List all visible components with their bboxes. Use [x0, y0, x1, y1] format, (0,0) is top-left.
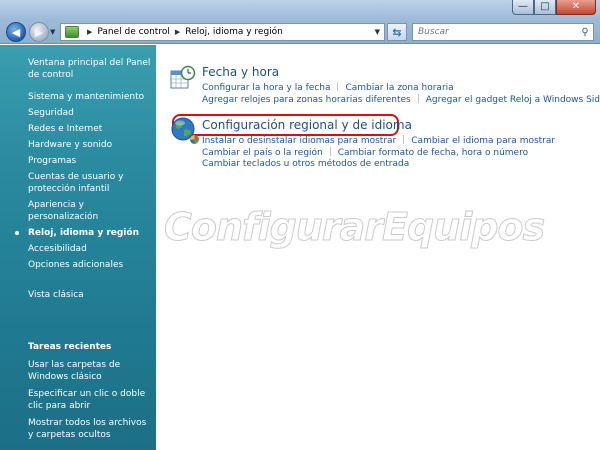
arrow-left-icon: ◀ — [11, 25, 21, 39]
watermark-logo: ConfigurarEquipos — [163, 205, 545, 250]
window-titlebar: — □ ✕ ◀ ▶ ▼ ▶ Panel de control ▶ Reloj, … — [0, 0, 600, 44]
back-button[interactable]: ◀ — [6, 22, 26, 42]
regional-links-row-3: Cambiar teclados u otros métodos de entr… — [202, 159, 409, 169]
link-set-time-date[interactable]: Configurar la hora y la fecha — [202, 83, 330, 93]
sidebar-item-hardware[interactable]: Hardware y sonido — [28, 139, 152, 151]
link-change-keyboards[interactable]: Cambiar teclados u otros métodos de entr… — [202, 159, 409, 169]
search-input[interactable] — [418, 25, 577, 39]
sidebar-item-clock-language-region[interactable]: Reloj, idioma y región — [15, 227, 152, 239]
link-change-country[interactable]: Cambiar el país o la región — [202, 148, 323, 158]
control-panel-icon — [65, 26, 79, 38]
sidebar-item-system[interactable]: Sistema y mantenimiento — [28, 91, 152, 103]
refresh-button[interactable]: ⇆ — [387, 23, 407, 41]
close-button[interactable]: ✕ — [556, 0, 596, 15]
link-divider — [337, 82, 339, 91]
sidebar-item-security[interactable]: Seguridad — [28, 107, 152, 119]
sidebar: Ventana principal del Panel de control S… — [0, 45, 156, 450]
recent-task-click-to-open[interactable]: Especificar un clic o doble clic para ab… — [28, 388, 152, 412]
link-change-formats[interactable]: Cambiar formato de fecha, hora o número — [338, 148, 528, 158]
maximize-button[interactable]: □ — [534, 0, 556, 15]
sidebar-item-appearance[interactable]: Apariencia y personalización — [28, 199, 152, 223]
sidebar-item-classic-view[interactable]: Vista clásica — [28, 289, 152, 301]
date-time-links-row-2: Agregar relojes para zonas horarias dife… — [202, 94, 600, 105]
link-change-display-language[interactable]: Cambiar el idioma para mostrar — [411, 136, 555, 146]
category-title-regional-language[interactable]: Configuración regional y de idioma — [202, 118, 412, 132]
link-divider — [417, 94, 419, 103]
link-install-languages[interactable]: Instalar o desinstalar idiomas para most… — [202, 136, 396, 146]
regional-links-row-1: Instalar o desinstalar idiomas para most… — [190, 135, 555, 146]
minimize-button[interactable]: — — [512, 0, 534, 15]
chevron-down-icon: ▼ — [50, 28, 56, 36]
sidebar-item-programs[interactable]: Programas — [28, 155, 152, 167]
sidebar-item-additional-options[interactable]: Opciones adicionales — [28, 259, 152, 271]
link-add-clock-gadget[interactable]: Agregar el gadget Reloj a Windows Sideba… — [426, 95, 600, 105]
arrow-right-icon: ▶ — [34, 25, 44, 39]
recent-tasks-title: Tareas recientes — [28, 342, 112, 352]
date-time-links-row-1: Configurar la hora y la fecha Cambiar la … — [202, 82, 454, 93]
refresh-icon: ⇆ — [392, 25, 402, 39]
link-divider — [403, 135, 405, 144]
address-bar[interactable]: ▶ Panel de control ▶ Reloj, idioma y reg… — [60, 23, 385, 41]
search-icon[interactable]: ⚲ — [577, 27, 593, 38]
link-add-clocks[interactable]: Agregar relojes para zonas horarias dife… — [202, 95, 411, 105]
breadcrumb-control-panel[interactable]: Panel de control — [97, 27, 169, 37]
chevron-down-icon[interactable]: ▼ — [375, 28, 380, 36]
recent-pages-dropdown[interactable]: ▼ — [50, 28, 55, 36]
category-title-date-time[interactable]: Fecha y hora — [202, 65, 279, 79]
search-box[interactable]: ⚲ — [412, 23, 594, 41]
sidebar-item-home[interactable]: Ventana principal del Panel de control — [28, 57, 152, 81]
shield-icon — [190, 135, 199, 144]
regional-links-row-2: Cambiar el país o la región Cambiar forma… — [202, 147, 528, 158]
link-divider — [329, 147, 331, 156]
window-controls: — □ ✕ — [512, 0, 596, 16]
calendar-clock-icon — [170, 65, 196, 89]
recent-task-classic-folders[interactable]: Usar las carpetas de Windows clásico — [28, 359, 152, 383]
breadcrumb-arrow-icon[interactable]: ▶ — [87, 28, 92, 36]
breadcrumb-clock-language-region[interactable]: Reloj, idioma y región — [185, 27, 283, 37]
link-change-time-zone[interactable]: Cambiar la zona horaria — [345, 83, 453, 93]
forward-button[interactable]: ▶ — [29, 22, 49, 42]
recent-task-show-hidden-files[interactable]: Mostrar todos los archivos y carpetas oc… — [28, 417, 152, 441]
sidebar-item-accessibility[interactable]: Accesibilidad — [28, 243, 152, 255]
breadcrumb-arrow-icon[interactable]: ▶ — [175, 28, 180, 36]
sidebar-item-user-accounts[interactable]: Cuentas de usuario y protección infantil — [28, 171, 152, 195]
sidebar-item-network[interactable]: Redes e Internet — [28, 123, 152, 135]
